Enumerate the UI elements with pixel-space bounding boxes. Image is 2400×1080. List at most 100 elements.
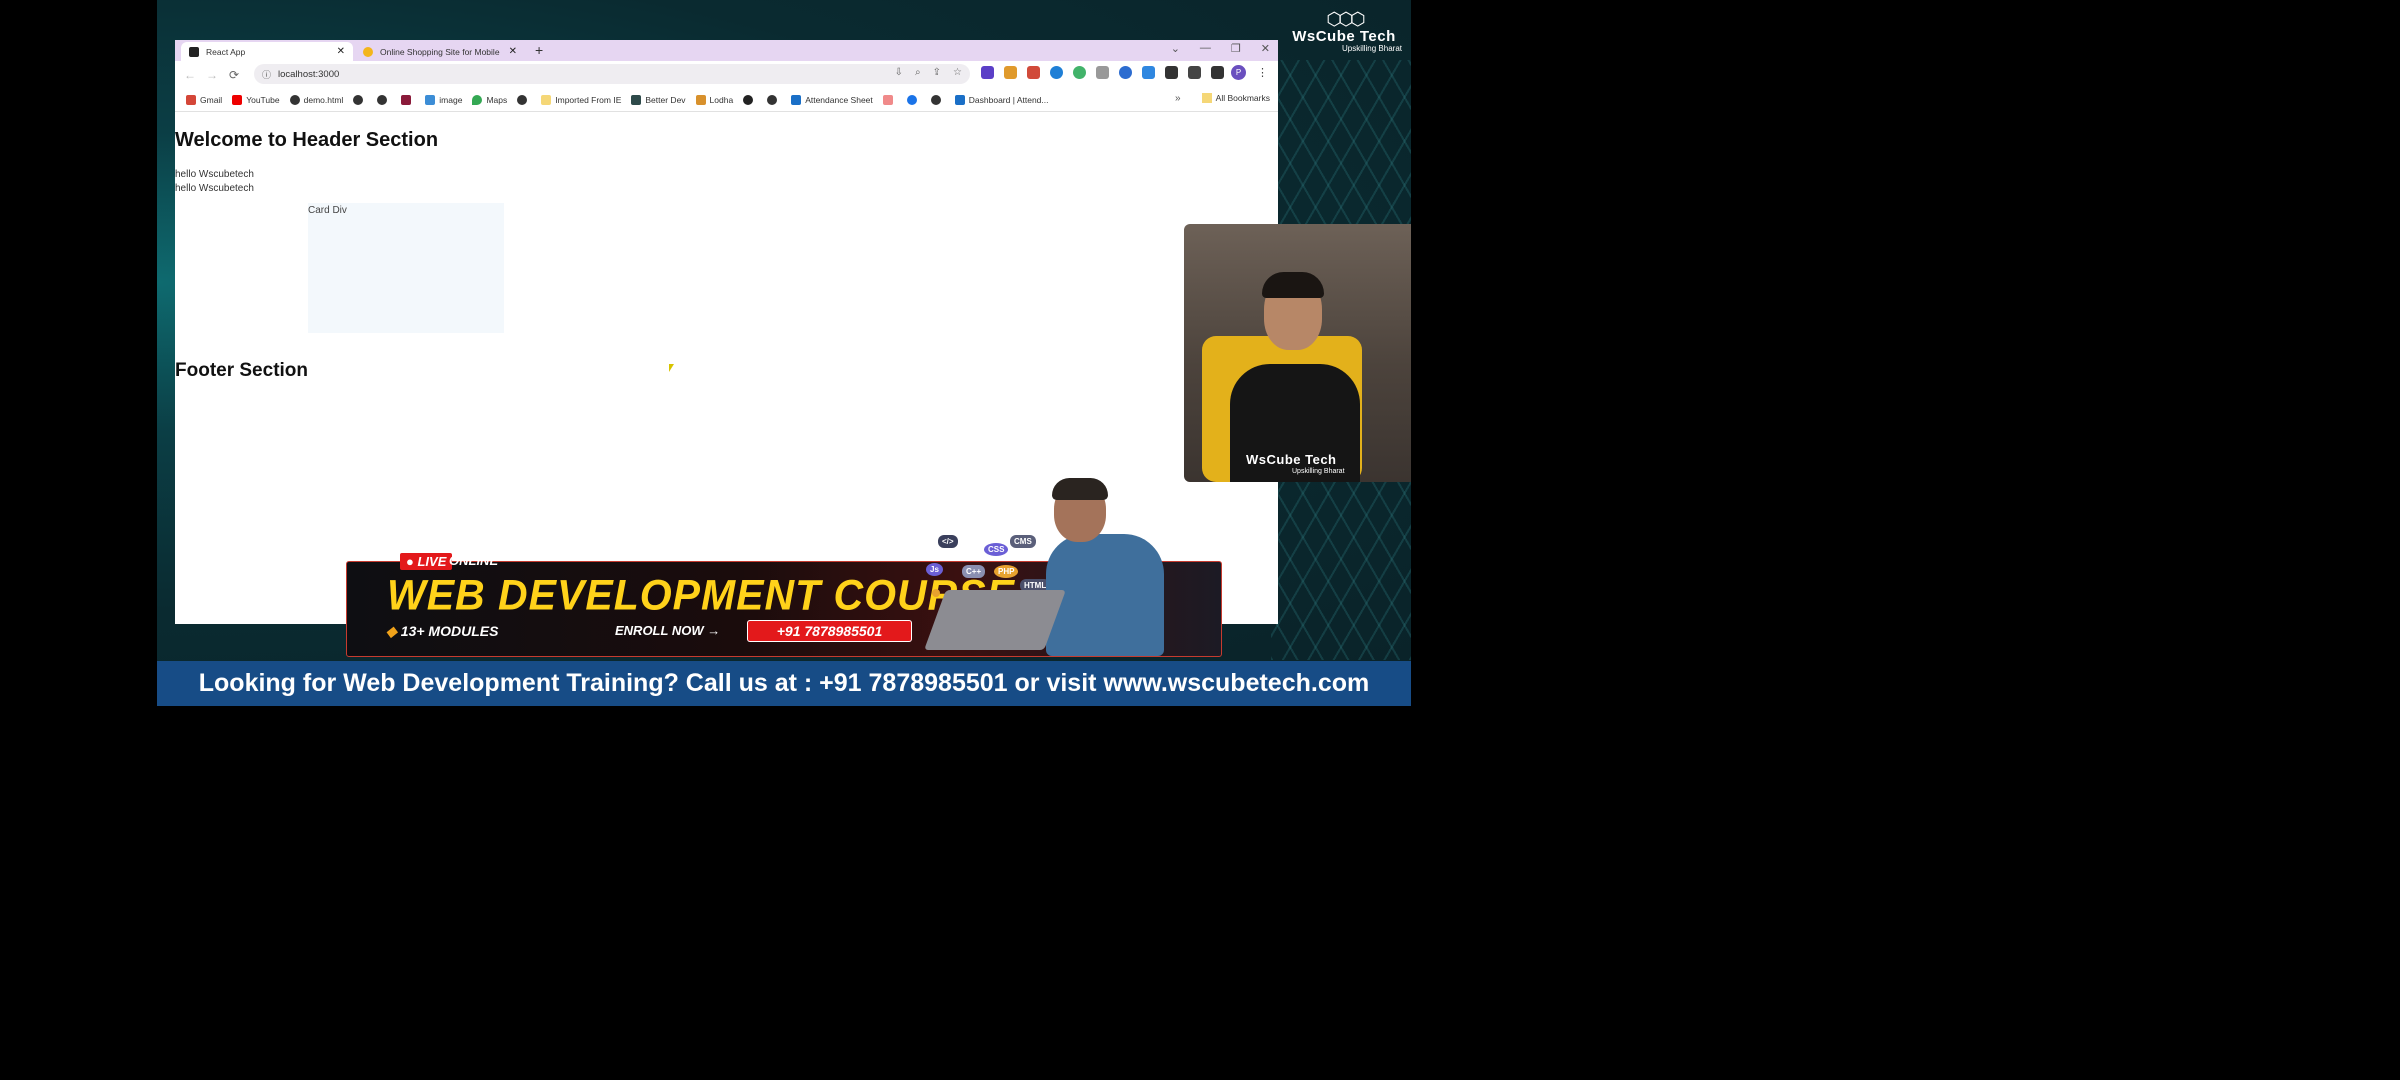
puzzle-icon[interactable]	[1165, 66, 1178, 79]
gear-icon	[932, 589, 940, 597]
bookmark-maps[interactable]: Maps	[472, 94, 507, 105]
close-icon[interactable]: ✕	[509, 46, 517, 57]
bookmark-dw[interactable]	[743, 94, 757, 105]
new-tab-button[interactable]: +	[535, 42, 543, 58]
extension-icon[interactable]	[1096, 66, 1109, 79]
restore-button[interactable]: ❐	[1231, 42, 1241, 55]
footer-heading: Footer Section	[175, 360, 309, 381]
close-icon[interactable]: ✕	[337, 46, 345, 57]
live-badge: ● LIVE	[400, 553, 453, 570]
bookmarks-bar: Gmail YouTube demo.html image Maps Impor…	[175, 88, 1278, 112]
bookmark-globe[interactable]	[377, 94, 391, 105]
globe-icon	[517, 94, 528, 105]
share-icon[interactable]: ⇪	[933, 67, 941, 78]
close-window-button[interactable]: ✕	[1261, 42, 1270, 55]
bookmark-betterdev[interactable]: Better Dev	[631, 94, 686, 105]
presenter-hair	[1052, 478, 1108, 500]
menu-icon[interactable]: ⋮	[1257, 66, 1268, 79]
shirt-tagline: Upskilling Bharat	[1292, 468, 1345, 475]
betterdev-icon	[631, 94, 642, 105]
star-icon[interactable]: ☆	[953, 67, 962, 78]
css-icon: CSS	[984, 543, 1009, 556]
extension-icon[interactable]	[981, 66, 994, 79]
download-icon[interactable]	[1188, 66, 1201, 79]
extensions	[981, 66, 1224, 79]
bookmark-go[interactable]	[401, 94, 415, 105]
text-line: hello Wscubetech	[175, 169, 254, 180]
site-info-icon[interactable]: ⓘ	[262, 68, 271, 81]
modules-label: ◆ 13+ MODULES	[386, 623, 499, 639]
search-icon	[906, 94, 917, 105]
tab-title: React App	[206, 46, 246, 57]
back-button[interactable]: ←	[179, 68, 201, 82]
tab-strip: React App ✕ Online Shopping Site for Mob…	[175, 40, 1278, 61]
bookmark-globe[interactable]	[930, 94, 945, 105]
js-icon: Js	[926, 563, 943, 576]
extension-icon[interactable]	[1073, 66, 1086, 79]
card-text: Card Div	[308, 205, 347, 216]
toolbar: ← → ⟳ ⓘ localhost:3000 ⇩ ⌕ ⇪ ☆ P ⋮	[175, 61, 1278, 88]
minimize-button[interactable]: —	[1200, 42, 1211, 55]
bookmark-globe[interactable]	[353, 94, 367, 105]
bookmark-demo[interactable]: demo.html	[289, 94, 343, 105]
webcam-overlay: WsCube Tech Upskilling Bharat	[1184, 224, 1411, 482]
bookmark-search[interactable]	[906, 94, 921, 105]
brand-name: WsCube Tech	[1292, 28, 1396, 45]
reload-button[interactable]: ⟳	[223, 68, 245, 82]
install-icon[interactable]: ⇩	[895, 67, 903, 78]
cpp-icon: C++	[962, 565, 986, 578]
bookmark-gmail[interactable]: Gmail	[186, 94, 222, 105]
extension-icon[interactable]	[1050, 66, 1063, 79]
presenter-image	[924, 478, 1170, 656]
folder-icon	[1201, 93, 1212, 103]
extension-icon[interactable]	[1027, 66, 1040, 79]
sidepanel-icon[interactable]	[1211, 66, 1224, 79]
extension-icon[interactable]	[1119, 66, 1132, 79]
lodha-icon	[695, 94, 706, 105]
extension-icon[interactable]	[1004, 66, 1017, 79]
bookmark-image[interactable]: image	[425, 94, 462, 105]
page-title: Welcome to Header Section	[175, 129, 439, 151]
globe-icon	[930, 94, 941, 105]
chevron-down-icon[interactable]: ⌄	[1171, 42, 1180, 55]
globe-icon	[353, 94, 364, 105]
php-icon: PHP	[994, 565, 1019, 578]
phone-button: +91 7878985501	[747, 620, 912, 642]
image-icon	[425, 94, 436, 105]
more-bookmarks-icon[interactable]: »	[1175, 93, 1181, 104]
card-div: Card Div	[308, 203, 504, 333]
zoom-icon[interactable]: ⌕	[915, 67, 921, 78]
extension-icon[interactable]	[1142, 66, 1155, 79]
globe-icon	[377, 94, 388, 105]
bookmark-globe[interactable]	[767, 94, 781, 105]
go-icon	[401, 94, 412, 105]
bookmark-attendance[interactable]: Attendance Sheet	[791, 94, 873, 105]
tab-react-app[interactable]: React App ✕	[181, 42, 353, 61]
enroll-label: ENROLL NOW →	[615, 623, 721, 638]
bookmark-lodha[interactable]: Lodha	[695, 94, 733, 105]
bookmark-globe[interactable]	[517, 94, 531, 105]
maps-icon	[472, 94, 483, 105]
bookmark-dashboard[interactable]: Dashboard | Attend...	[954, 94, 1049, 105]
bookmark-icon	[882, 94, 893, 105]
gmail-icon	[186, 94, 196, 105]
mouse-cursor-icon	[669, 364, 674, 372]
diamond-icon: ◆	[386, 623, 397, 639]
folder-icon	[541, 94, 552, 105]
bookmark-youtube[interactable]: YouTube	[232, 94, 280, 105]
tab-shopping[interactable]: Online Shopping Site for Mobile ✕	[355, 42, 525, 61]
presenter-hair	[1262, 272, 1324, 298]
globe-icon	[767, 94, 778, 105]
avatar[interactable]: P	[1231, 65, 1246, 80]
all-bookmarks[interactable]: All Bookmarks	[1201, 93, 1270, 103]
bookmark-imported[interactable]: Imported From IE	[541, 94, 621, 105]
tab-title: Online Shopping Site for Mobile	[380, 46, 500, 57]
forward-button[interactable]: →	[201, 68, 223, 82]
online-label: ONLINE	[449, 553, 499, 568]
react-favicon-icon	[189, 46, 199, 57]
address-bar[interactable]: ⓘ localhost:3000 ⇩ ⌕ ⇪ ☆	[254, 64, 970, 84]
brand-tagline: Upskilling Bharat	[1341, 44, 1402, 53]
url-text: localhost:3000	[278, 68, 340, 80]
shirt-logo: WsCube Tech	[1246, 452, 1337, 467]
bookmark-misc[interactable]	[882, 94, 897, 105]
